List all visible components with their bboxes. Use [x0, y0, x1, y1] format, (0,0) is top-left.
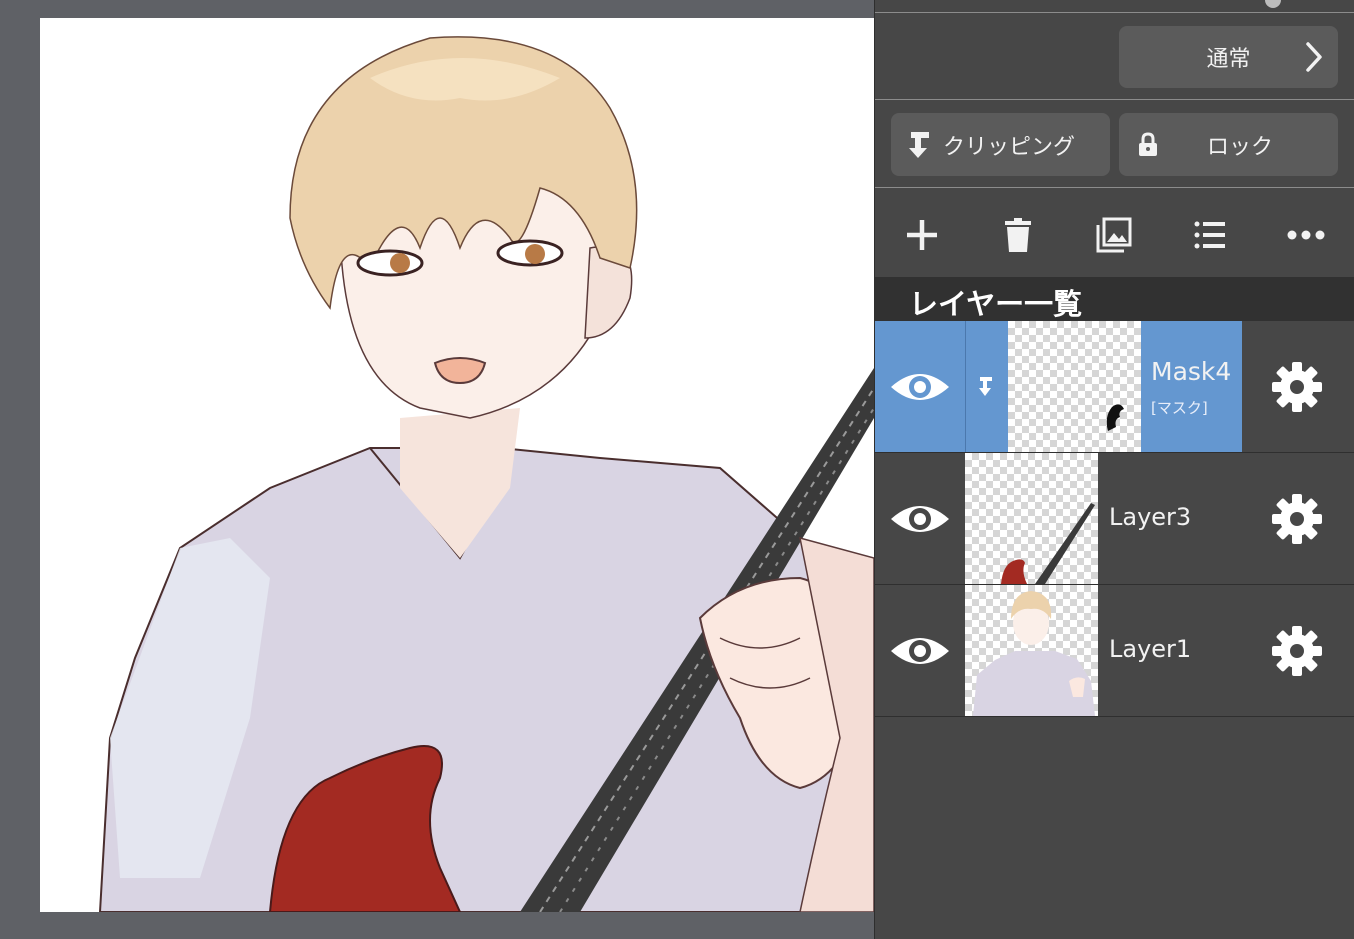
- guitar-preview: [1001, 503, 1095, 584]
- layer-name: Layer3: [1109, 503, 1192, 531]
- more-options-button[interactable]: [1283, 212, 1329, 258]
- character-preview: [973, 591, 1095, 716]
- eye-icon: [891, 637, 949, 664]
- image-layer-button[interactable]: [1091, 212, 1137, 258]
- layer-toolbar: [875, 200, 1354, 270]
- clipping-icon: [978, 376, 992, 396]
- clipping-icon: [909, 131, 929, 158]
- blend-mode-button[interactable]: 通常: [1119, 26, 1338, 88]
- image-icon: [1096, 217, 1132, 253]
- layer-type-label: [マスク]: [1151, 399, 1208, 417]
- visibility-toggle[interactable]: [875, 321, 965, 452]
- gear-icon[interactable]: [1269, 359, 1325, 415]
- mask-preview: [1106, 404, 1124, 431]
- lock-label: ロック: [1207, 134, 1274, 160]
- layer-list-header: レイヤー一覧: [875, 277, 1354, 321]
- layer-thumbnail: [965, 585, 1098, 716]
- plus-icon: [907, 220, 937, 250]
- eye-icon: [891, 373, 949, 400]
- add-layer-button[interactable]: [899, 212, 945, 258]
- lock-icon: [1139, 131, 1157, 156]
- list-icon: [1194, 221, 1225, 249]
- more-icon: [1287, 230, 1325, 240]
- layer-name: Mask4: [1151, 357, 1232, 386]
- layer-name: Layer1: [1109, 635, 1192, 663]
- trash-icon: [1005, 218, 1031, 252]
- delete-layer-button[interactable]: [995, 212, 1041, 258]
- artwork-illustration: [98, 36, 874, 912]
- visibility-toggle[interactable]: [875, 585, 965, 716]
- divider: [875, 99, 1354, 100]
- layer-row-layer1[interactable]: Layer1: [875, 585, 1354, 717]
- clipping-label: クリッピング: [943, 134, 1076, 160]
- lock-button[interactable]: ロック: [1119, 113, 1338, 176]
- visibility-toggle[interactable]: [875, 453, 965, 584]
- clipping-button[interactable]: クリッピング: [891, 113, 1110, 176]
- layer-row-mask4[interactable]: Mask4 [マスク]: [875, 321, 1354, 453]
- clipping-indicator: [966, 321, 1007, 452]
- layer-thumbnail: [965, 453, 1098, 584]
- canvas-area[interactable]: [0, 0, 874, 939]
- layer-panel: 通常 クリッピング ロック レイヤー一覧 Mask4 [マスク] Layer3 …: [874, 0, 1354, 939]
- layer-list-title: レイヤー一覧: [909, 287, 1083, 321]
- divider: [875, 187, 1354, 188]
- blend-mode-label: 通常: [1206, 47, 1251, 72]
- artwork-canvas[interactable]: [40, 18, 874, 912]
- layer-thumbnail: [1008, 321, 1141, 452]
- layer-list-button[interactable]: [1187, 212, 1233, 258]
- layer-row-layer3[interactable]: Layer3: [875, 453, 1354, 585]
- gear-icon[interactable]: [1269, 623, 1325, 679]
- eye-icon: [891, 505, 949, 532]
- top-divider: [875, 0, 1354, 13]
- chevron-right-icon: [1306, 42, 1322, 72]
- gear-icon[interactable]: [1269, 491, 1325, 547]
